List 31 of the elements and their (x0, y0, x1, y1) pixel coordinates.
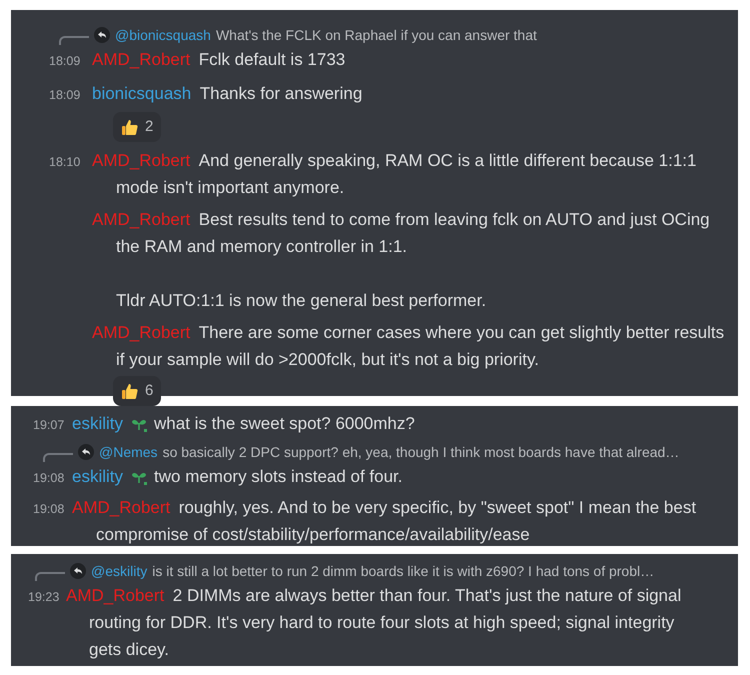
reply-preview: so basically 2 DPC support? eh, yea, though I think most boards have that alread… (162, 442, 680, 462)
reaction-pill[interactable]: 6 (113, 376, 162, 406)
reply-connector (35, 572, 65, 580)
chat-message: AMD_Robert Fclk default is 1733 (91, 49, 346, 71)
reply-preview: is it still a lot better to run 2 dimm boards like it is with z690? I had tons of probl… (152, 562, 654, 581)
chat-message: AMD_Robert roughly, yes. And to be very specific, by "sweet spot" I mean the best compromise of cost/stability/performance/availability/ease (72, 497, 698, 546)
chat-message: AMD_Robert 2 DIMMs are always better than four. That's just the nature of signal routing for DDR. It's very hard to route four slots at high speed; signal integrity gets dicey. (66, 585, 682, 661)
chat-message: AMD_Robert Best results tend to come from leaving fclk on AUTO and just OCing the RAM and memory controller in 1:1. Tldr AUTO:1:1 is now the general best performer. (91, 209, 711, 312)
timestamp: 18:09 (49, 53, 82, 70)
reply-preview: What's the FCLK on Raphael if you can answer that (216, 26, 537, 45)
timestamp: 18:09 (49, 87, 82, 104)
reaction-pill[interactable]: 2 (113, 112, 162, 142)
reply-connector (59, 36, 89, 44)
chat-message: AMD_Robert There are some corner cases where you can get slightly better results if your sample will do >2000fclk, but it's not a big priority. (91, 322, 726, 371)
chat-message: bionicsquash Thanks for answering (91, 83, 364, 105)
reply-mention[interactable]: @bionicsquash (115, 24, 211, 46)
chat-message: AMD_Robert And generally speaking, RAM OC is a little different because 1:1:1 mode isn't important anymore. (91, 150, 698, 199)
timestamp: 19:07 (33, 417, 66, 434)
thumbs-up-icon (121, 118, 139, 136)
timestamp: 19:08 (33, 470, 66, 487)
username[interactable]: eskility (72, 463, 124, 490)
timestamp: 18:10 (49, 154, 82, 171)
reply-mention[interactable]: @Nemes (99, 442, 158, 462)
username[interactable]: eskility (72, 410, 124, 437)
thumbs-up-icon (121, 382, 139, 400)
reply-mention[interactable]: @eskility (91, 560, 148, 582)
message-text: what is the sweet spot? 6000mhz? (154, 413, 415, 435)
timestamp: 19:08 (33, 501, 66, 518)
reply-connector (43, 452, 73, 462)
timestamp: 19:23 (28, 589, 60, 606)
message-text: two memory slots instead of four. (154, 466, 403, 488)
